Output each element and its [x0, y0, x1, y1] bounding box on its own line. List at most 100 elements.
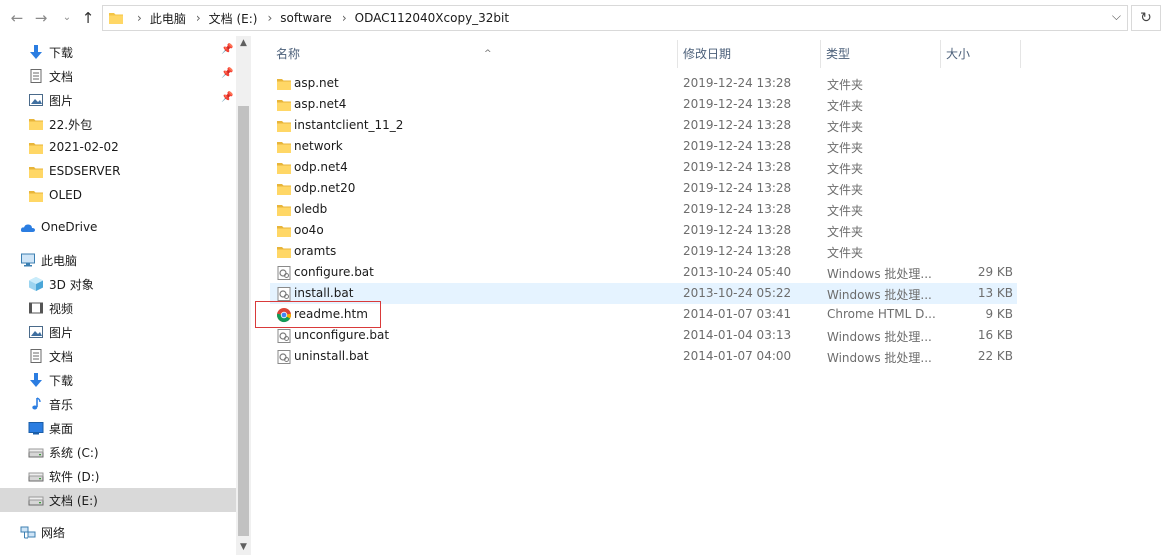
nav-item-label: OLED [49, 188, 82, 202]
nav-item[interactable]: 文档 [0, 344, 236, 368]
nav-item[interactable]: 此电脑 [0, 248, 236, 272]
nav-item-label: 22.外包 [49, 118, 93, 132]
video-icon [28, 300, 44, 316]
drive-icon [28, 468, 44, 484]
nav-item[interactable]: 下载 [0, 368, 236, 392]
file-date: 2014-01-07 03:41 [683, 307, 792, 321]
back-arrow-icon[interactable]: ← [8, 8, 26, 28]
file-row[interactable]: install.bat 2013-10-24 05:22 Windows 批处理… [270, 283, 1017, 304]
nav-item-label: ESDSERVER [49, 164, 121, 178]
folder-icon [276, 139, 291, 153]
file-row[interactable]: uninstall.bat 2014-01-07 04:00 Windows 批… [270, 346, 1017, 367]
breadcrumb-separator-icon[interactable]: › [127, 11, 150, 25]
cube-3d-icon [28, 276, 44, 292]
batch-file-icon [276, 328, 291, 343]
file-row[interactable]: oledb 2019-12-24 13:28 文件夹 [270, 199, 1017, 220]
batch-file-icon [276, 349, 291, 364]
column-header-name[interactable]: 名称 ^ [270, 40, 678, 70]
breadcrumb-separator-icon[interactable]: › [332, 11, 355, 25]
up-arrow-icon[interactable]: ↑ [79, 8, 97, 28]
file-date: 2019-12-24 13:28 [683, 223, 792, 237]
nav-item[interactable]: 2021-02-02 [0, 136, 236, 160]
music-note-icon [28, 396, 44, 412]
nav-item-label: 音乐 [49, 398, 74, 412]
recent-locations-chevron-icon[interactable]: ⌄ [58, 8, 76, 28]
nav-item[interactable]: 系统 (C:) [0, 440, 236, 464]
column-header-date[interactable]: 修改日期 [677, 40, 820, 70]
file-row[interactable]: oo4o 2019-12-24 13:28 文件夹 [270, 220, 1017, 241]
nav-scrollbar[interactable]: ▲ ▼ [236, 36, 251, 555]
file-size: 9 KB [985, 307, 1013, 321]
nav-item[interactable]: 文档 📌 [0, 64, 236, 88]
breadcrumb-item[interactable]: 文档 (E:) [209, 10, 258, 27]
file-type: 文件夹 [827, 78, 864, 92]
column-header-name-label: 名称 [276, 47, 301, 61]
nav-item[interactable]: 桌面 [0, 416, 236, 440]
file-name: configure.bat [294, 265, 374, 279]
file-row[interactable]: odp.net4 2019-12-24 13:28 文件夹 [270, 157, 1017, 178]
column-divider[interactable] [1020, 40, 1021, 68]
nav-item-label: 系统 (C:) [49, 446, 99, 460]
breadcrumb-item[interactable]: 此电脑 [150, 10, 186, 27]
file-size: 13 KB [977, 286, 1013, 300]
pin-icon[interactable]: 📌 [221, 44, 233, 55]
nav-item[interactable]: OLED [0, 184, 236, 208]
file-row[interactable]: asp.net4 2019-12-24 13:28 文件夹 [270, 94, 1017, 115]
computer-icon [20, 252, 36, 268]
nav-item[interactable]: OneDrive [0, 216, 236, 240]
forward-arrow-icon[interactable]: → [32, 8, 50, 28]
nav-item[interactable]: 3D 对象 [0, 272, 236, 296]
desktop-icon [28, 420, 44, 436]
pin-icon[interactable]: 📌 [221, 68, 233, 79]
file-row[interactable]: instantclient_11_2 2019-12-24 13:28 文件夹 [270, 115, 1017, 136]
file-row[interactable]: odp.net20 2019-12-24 13:28 文件夹 [270, 178, 1017, 199]
file-row[interactable]: oramts 2019-12-24 13:28 文件夹 [270, 241, 1017, 262]
nav-item[interactable]: ESDSERVER [0, 160, 236, 184]
nav-item[interactable]: 图片 [0, 320, 236, 344]
pin-icon[interactable]: 📌 [221, 92, 233, 103]
nav-item[interactable]: 视频 [0, 296, 236, 320]
file-type: 文件夹 [827, 120, 864, 134]
file-row[interactable]: network 2019-12-24 13:28 文件夹 [270, 136, 1017, 157]
file-row[interactable]: asp.net 2019-12-24 13:28 文件夹 [270, 73, 1017, 94]
file-type: Windows 批处理... [827, 288, 932, 302]
column-header-size[interactable]: 大小 [940, 40, 1020, 70]
breadcrumb-separator-icon[interactable]: › [186, 11, 209, 25]
picture-icon [28, 324, 44, 340]
drive-icon [28, 492, 44, 508]
scrollbar-thumb[interactable] [238, 106, 249, 536]
file-type: Chrome HTML D... [827, 307, 936, 321]
nav-item[interactable]: 音乐 [0, 392, 236, 416]
file-name: oo4o [294, 223, 324, 237]
cloud-icon [20, 220, 36, 236]
nav-item[interactable]: 22.外包 [0, 112, 236, 136]
file-name: network [294, 139, 343, 153]
file-row[interactable]: readme.htm 2014-01-07 03:41 Chrome HTML … [270, 304, 1017, 325]
nav-item[interactable]: 图片 📌 [0, 88, 236, 112]
folder-icon [276, 76, 291, 90]
nav-item[interactable]: 文档 (E:) [0, 488, 236, 512]
file-row[interactable]: unconfigure.bat 2014-01-04 03:13 Windows… [270, 325, 1017, 346]
nav-item-label: 视频 [49, 302, 74, 316]
nav-item-label: 图片 [49, 94, 74, 108]
scroll-up-arrow-icon[interactable]: ▲ [236, 38, 251, 48]
chevron-down-icon[interactable]: ⌵ [1112, 9, 1121, 24]
file-size: 16 KB [977, 328, 1013, 342]
breadcrumb-item[interactable]: software [280, 11, 332, 25]
scroll-down-arrow-icon[interactable]: ▼ [236, 542, 251, 552]
column-header-type[interactable]: 类型 [820, 40, 940, 70]
nav-item[interactable]: 下载 📌 [0, 40, 236, 64]
breadcrumb-item[interactable]: ODAC112040Xcopy_32bit [355, 11, 509, 25]
nav-item-label: 2021-02-02 [49, 140, 119, 154]
file-row[interactable]: configure.bat 2013-10-24 05:40 Windows 批… [270, 262, 1017, 283]
nav-item[interactable]: 网络 [0, 520, 236, 544]
refresh-icon[interactable]: ↻ [1131, 5, 1161, 31]
breadcrumb-separator-icon[interactable]: › [257, 11, 280, 25]
file-name: unconfigure.bat [294, 328, 390, 342]
file-type: 文件夹 [827, 204, 864, 218]
address-bar[interactable]: › 此电脑 › 文档 (E:) › software › ODAC112040Xcopy_32… [102, 5, 1128, 31]
file-name: instantclient_11_2 [294, 118, 404, 132]
nav-item-label: 下载 [49, 374, 74, 388]
nav-item[interactable]: 软件 (D:) [0, 464, 236, 488]
file-type: Windows 批处理... [827, 330, 932, 344]
